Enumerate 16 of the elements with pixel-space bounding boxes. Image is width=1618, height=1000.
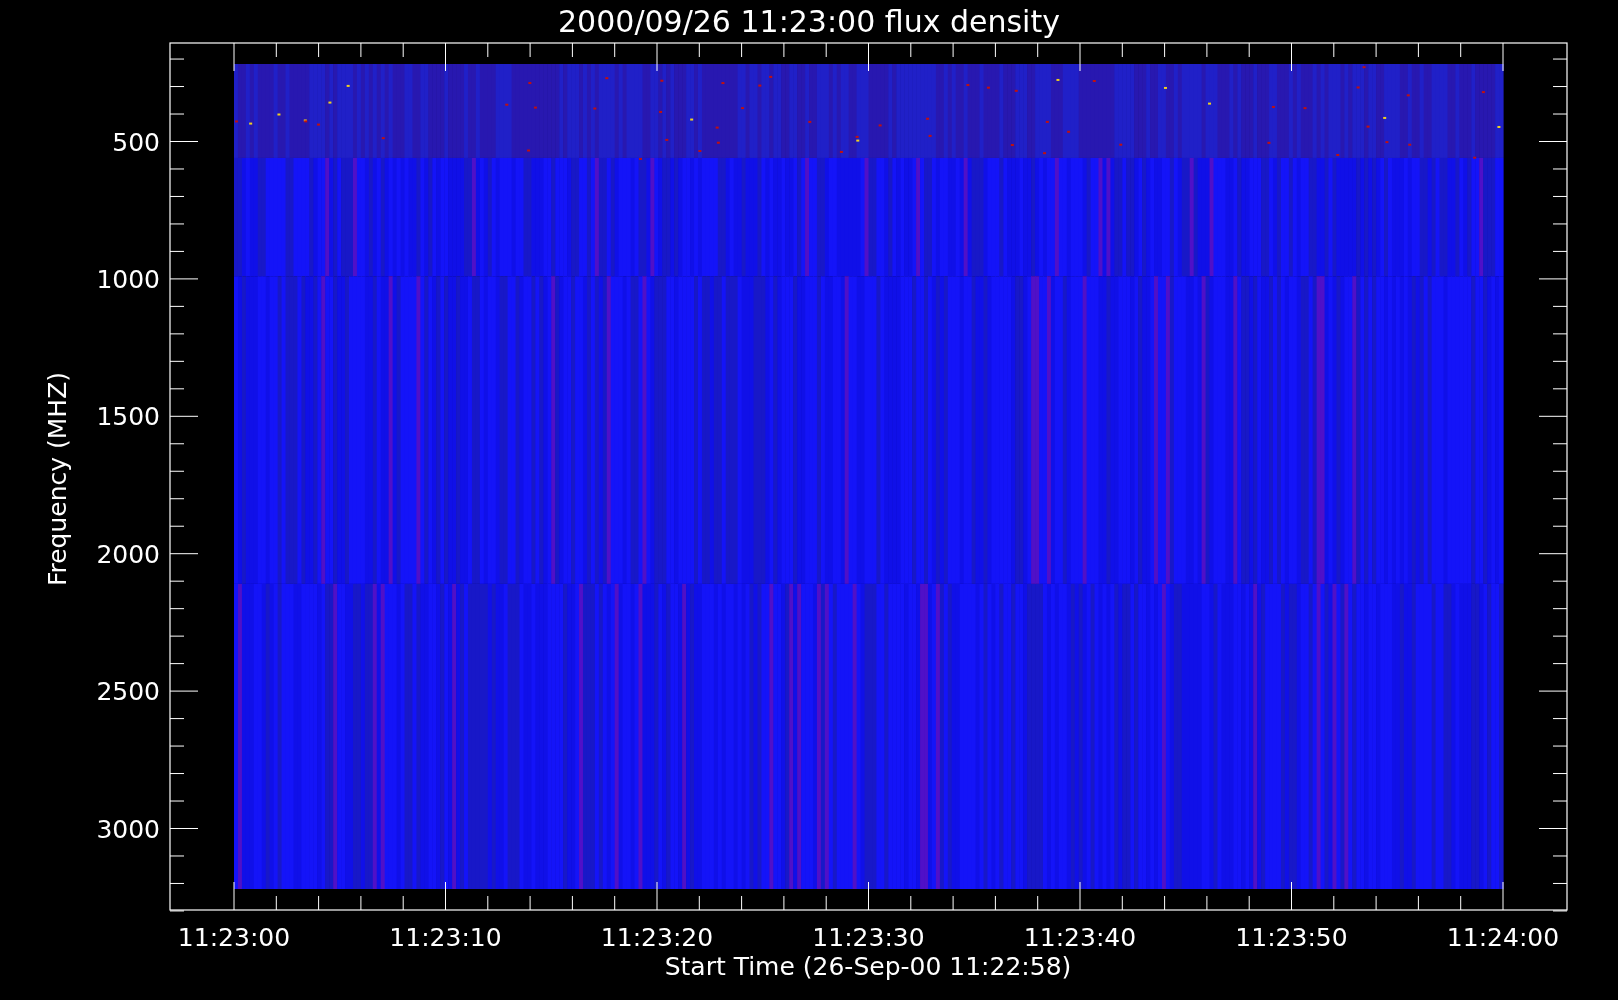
y-tick-label: 2000 [96,539,160,569]
plot-title: 2000/09/26 11:23:00 flux density [558,4,1060,39]
y-axis-label: Frequency (MHZ) [43,371,72,587]
x-tick-label: 11:23:10 [389,923,502,952]
x-axis-label: Start Time (26-Sep-00 11:22:58) [664,952,1072,981]
y-tick-label: 500 [112,127,160,157]
x-tick-label: 11:23:40 [1023,923,1137,952]
x-tick-label: 11:23:30 [812,923,925,952]
y-tick-label: 1500 [96,402,160,432]
x-tick-label: 11:23:20 [600,923,714,952]
y-tick-label: 2500 [96,677,160,707]
x-tick-label: 11:24:00 [1446,923,1560,952]
x-tick-label: 11:23:50 [1235,923,1348,952]
y-tick-label: 3000 [96,814,160,844]
x-tick-label: 11:23:00 [177,923,291,952]
y-tick-label: 1000 [96,264,160,294]
